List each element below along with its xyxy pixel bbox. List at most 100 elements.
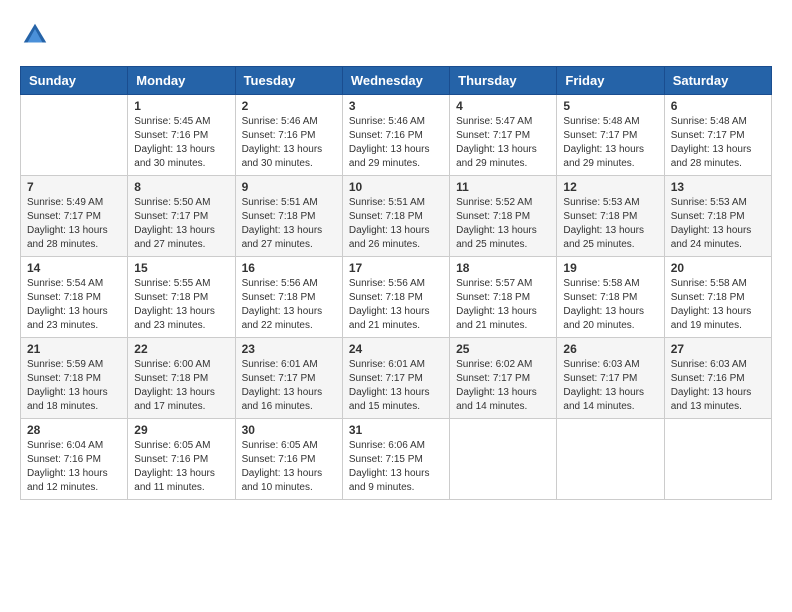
day-number: 18 [456,261,550,275]
calendar-cell: 19 Sunrise: 5:58 AMSunset: 7:18 PMDaylig… [557,257,664,338]
day-number: 15 [134,261,228,275]
calendar-cell: 14 Sunrise: 5:54 AMSunset: 7:18 PMDaylig… [21,257,128,338]
calendar-cell: 22 Sunrise: 6:00 AMSunset: 7:18 PMDaylig… [128,338,235,419]
calendar-cell [557,419,664,500]
day-info: Sunrise: 5:58 AMSunset: 7:18 PMDaylight:… [671,277,765,333]
calendar-cell: 23 Sunrise: 6:01 AMSunset: 7:17 PMDaylig… [235,338,342,419]
day-info: Sunrise: 5:51 AMSunset: 7:18 PMDaylight:… [242,196,336,252]
day-number: 16 [242,261,336,275]
day-info: Sunrise: 6:05 AMSunset: 7:16 PMDaylight:… [242,439,336,495]
day-info: Sunrise: 5:47 AMSunset: 7:17 PMDaylight:… [456,115,550,171]
day-info: Sunrise: 5:49 AMSunset: 7:17 PMDaylight:… [27,196,121,252]
day-info: Sunrise: 6:05 AMSunset: 7:16 PMDaylight:… [134,439,228,495]
calendar-week-row: 7 Sunrise: 5:49 AMSunset: 7:17 PMDayligh… [21,176,772,257]
day-number: 5 [563,99,657,113]
day-number: 25 [456,342,550,356]
day-number: 20 [671,261,765,275]
calendar-cell: 4 Sunrise: 5:47 AMSunset: 7:17 PMDayligh… [450,95,557,176]
day-info: Sunrise: 6:06 AMSunset: 7:15 PMDaylight:… [349,439,443,495]
calendar-cell: 13 Sunrise: 5:53 AMSunset: 7:18 PMDaylig… [664,176,771,257]
day-number: 10 [349,180,443,194]
day-number: 9 [242,180,336,194]
day-number: 30 [242,423,336,437]
day-info: Sunrise: 5:53 AMSunset: 7:18 PMDaylight:… [563,196,657,252]
calendar-cell: 27 Sunrise: 6:03 AMSunset: 7:16 PMDaylig… [664,338,771,419]
day-number: 4 [456,99,550,113]
day-number: 29 [134,423,228,437]
calendar-cell [450,419,557,500]
day-info: Sunrise: 6:04 AMSunset: 7:16 PMDaylight:… [27,439,121,495]
day-number: 8 [134,180,228,194]
calendar-week-row: 21 Sunrise: 5:59 AMSunset: 7:18 PMDaylig… [21,338,772,419]
calendar-table: SundayMondayTuesdayWednesdayThursdayFrid… [20,66,772,500]
calendar-header-row: SundayMondayTuesdayWednesdayThursdayFrid… [21,67,772,95]
day-number: 6 [671,99,765,113]
calendar-cell: 15 Sunrise: 5:55 AMSunset: 7:18 PMDaylig… [128,257,235,338]
day-info: Sunrise: 6:02 AMSunset: 7:17 PMDaylight:… [456,358,550,414]
day-info: Sunrise: 5:45 AMSunset: 7:16 PMDaylight:… [134,115,228,171]
day-number: 19 [563,261,657,275]
day-info: Sunrise: 5:56 AMSunset: 7:18 PMDaylight:… [349,277,443,333]
calendar-cell [21,95,128,176]
day-info: Sunrise: 6:01 AMSunset: 7:17 PMDaylight:… [349,358,443,414]
day-info: Sunrise: 5:51 AMSunset: 7:18 PMDaylight:… [349,196,443,252]
calendar-cell: 11 Sunrise: 5:52 AMSunset: 7:18 PMDaylig… [450,176,557,257]
logo [20,20,54,50]
day-info: Sunrise: 5:53 AMSunset: 7:18 PMDaylight:… [671,196,765,252]
day-info: Sunrise: 5:46 AMSunset: 7:16 PMDaylight:… [242,115,336,171]
calendar-cell: 28 Sunrise: 6:04 AMSunset: 7:16 PMDaylig… [21,419,128,500]
calendar-week-row: 14 Sunrise: 5:54 AMSunset: 7:18 PMDaylig… [21,257,772,338]
weekday-header: Monday [128,67,235,95]
calendar-cell: 26 Sunrise: 6:03 AMSunset: 7:17 PMDaylig… [557,338,664,419]
day-number: 11 [456,180,550,194]
calendar-cell: 3 Sunrise: 5:46 AMSunset: 7:16 PMDayligh… [342,95,449,176]
day-number: 22 [134,342,228,356]
day-number: 31 [349,423,443,437]
day-number: 28 [27,423,121,437]
calendar-cell: 5 Sunrise: 5:48 AMSunset: 7:17 PMDayligh… [557,95,664,176]
calendar-cell: 12 Sunrise: 5:53 AMSunset: 7:18 PMDaylig… [557,176,664,257]
day-info: Sunrise: 5:55 AMSunset: 7:18 PMDaylight:… [134,277,228,333]
day-number: 21 [27,342,121,356]
day-number: 7 [27,180,121,194]
calendar-cell: 30 Sunrise: 6:05 AMSunset: 7:16 PMDaylig… [235,419,342,500]
weekday-header: Friday [557,67,664,95]
calendar-cell: 17 Sunrise: 5:56 AMSunset: 7:18 PMDaylig… [342,257,449,338]
calendar-cell: 18 Sunrise: 5:57 AMSunset: 7:18 PMDaylig… [450,257,557,338]
weekday-header: Saturday [664,67,771,95]
page-header [20,20,772,50]
day-info: Sunrise: 5:56 AMSunset: 7:18 PMDaylight:… [242,277,336,333]
day-info: Sunrise: 5:57 AMSunset: 7:18 PMDaylight:… [456,277,550,333]
calendar-cell: 9 Sunrise: 5:51 AMSunset: 7:18 PMDayligh… [235,176,342,257]
day-number: 17 [349,261,443,275]
calendar-cell: 1 Sunrise: 5:45 AMSunset: 7:16 PMDayligh… [128,95,235,176]
day-number: 23 [242,342,336,356]
day-info: Sunrise: 6:03 AMSunset: 7:17 PMDaylight:… [563,358,657,414]
weekday-header: Sunday [21,67,128,95]
calendar-cell: 2 Sunrise: 5:46 AMSunset: 7:16 PMDayligh… [235,95,342,176]
day-info: Sunrise: 6:00 AMSunset: 7:18 PMDaylight:… [134,358,228,414]
calendar-cell: 8 Sunrise: 5:50 AMSunset: 7:17 PMDayligh… [128,176,235,257]
day-info: Sunrise: 5:46 AMSunset: 7:16 PMDaylight:… [349,115,443,171]
calendar-cell: 24 Sunrise: 6:01 AMSunset: 7:17 PMDaylig… [342,338,449,419]
day-info: Sunrise: 5:48 AMSunset: 7:17 PMDaylight:… [563,115,657,171]
day-info: Sunrise: 6:03 AMSunset: 7:16 PMDaylight:… [671,358,765,414]
day-number: 24 [349,342,443,356]
weekday-header: Tuesday [235,67,342,95]
calendar-week-row: 28 Sunrise: 6:04 AMSunset: 7:16 PMDaylig… [21,419,772,500]
day-number: 12 [563,180,657,194]
day-number: 13 [671,180,765,194]
calendar-cell: 16 Sunrise: 5:56 AMSunset: 7:18 PMDaylig… [235,257,342,338]
day-info: Sunrise: 5:59 AMSunset: 7:18 PMDaylight:… [27,358,121,414]
day-number: 1 [134,99,228,113]
calendar-cell: 6 Sunrise: 5:48 AMSunset: 7:17 PMDayligh… [664,95,771,176]
calendar-cell: 21 Sunrise: 5:59 AMSunset: 7:18 PMDaylig… [21,338,128,419]
calendar-cell: 31 Sunrise: 6:06 AMSunset: 7:15 PMDaylig… [342,419,449,500]
calendar-cell: 20 Sunrise: 5:58 AMSunset: 7:18 PMDaylig… [664,257,771,338]
day-number: 3 [349,99,443,113]
day-number: 14 [27,261,121,275]
day-number: 27 [671,342,765,356]
day-info: Sunrise: 5:52 AMSunset: 7:18 PMDaylight:… [456,196,550,252]
weekday-header: Thursday [450,67,557,95]
day-info: Sunrise: 5:50 AMSunset: 7:17 PMDaylight:… [134,196,228,252]
